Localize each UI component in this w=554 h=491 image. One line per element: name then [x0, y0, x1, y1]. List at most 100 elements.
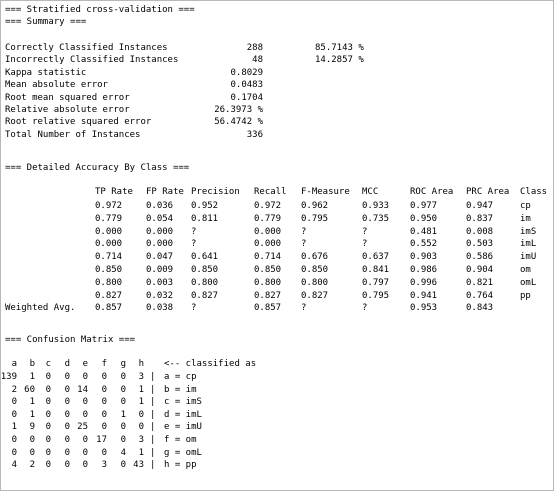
- accuracy-column-header: MCC: [362, 187, 379, 197]
- summary-label: Incorrectly Classified Instances: [5, 55, 179, 66]
- confusion-matrix-header: === Confusion Matrix ===: [5, 335, 136, 345]
- accuracy-column-header: Recall: [254, 187, 287, 197]
- confusion-separator: |: [150, 422, 156, 433]
- accuracy-cell: 0.036: [146, 201, 174, 211]
- confusion-row: 0 1 0 0 0 0 1 0 | d = imL: [5, 410, 545, 421]
- confusion-separator: |: [150, 409, 156, 420]
- accuracy-cell: imL: [520, 239, 537, 250]
- accuracy-cell: ?: [301, 226, 307, 237]
- summary-value: 56.4742 %: [214, 117, 263, 128]
- accuracy-cell: 0.811: [191, 213, 219, 224]
- confusion-column-header: e: [82, 359, 88, 369]
- confusion-row: 4 2 0 0 0 3 0 43 | h = pp: [5, 460, 545, 471]
- accuracy-row: 0.972 0.036 0.952 0.972 0.962 0.933 0.977 0.947…: [5, 201, 545, 212]
- accuracy-cell: im: [520, 213, 531, 224]
- accuracy-cell: 0.857: [254, 303, 282, 314]
- accuracy-cell: 0.054: [146, 213, 174, 224]
- confusion-row-label: g = omL: [164, 447, 202, 458]
- summary-row: Total Number of Instances 336: [5, 130, 545, 141]
- accuracy-cell: ?: [191, 303, 197, 314]
- summary-row: Correctly Classified Instances 288 85.7143…: [5, 43, 545, 54]
- confusion-column-header: c: [45, 359, 51, 369]
- accuracy-cell: 0.641: [191, 252, 219, 263]
- accuracy-cell: 0.986: [410, 265, 438, 275]
- accuracy-cell: 0.552: [410, 239, 438, 250]
- accuracy-cell: 0.972: [95, 201, 123, 211]
- accuracy-column-header: PRC Area: [466, 187, 510, 197]
- accuracy-cell: ?: [191, 226, 197, 237]
- accuracy-cell: omL: [520, 277, 537, 288]
- accuracy-cell: 0.779: [95, 213, 123, 224]
- accuracy-cell: 0.797: [362, 277, 390, 288]
- accuracy-cell: 0.827: [301, 290, 329, 301]
- confusion-cell: 3: [138, 435, 144, 445]
- summary-value: 0.1704: [230, 92, 263, 103]
- accuracy-cell: 0.953: [410, 303, 438, 314]
- detailed-accuracy-header: === Detailed Accuracy By Class ===: [5, 163, 190, 173]
- accuracy-cell: 0.795: [301, 213, 329, 224]
- accuracy-cell: 0.047: [146, 252, 174, 263]
- accuracy-cell: imU: [520, 252, 537, 263]
- accuracy-cell: 0.962: [301, 201, 329, 211]
- summary-label: Relative absolute error: [5, 105, 130, 115]
- accuracy-cell: 0.714: [254, 252, 282, 263]
- summary-label: Root mean squared error: [5, 92, 130, 103]
- accuracy-cell: 0.800: [191, 277, 219, 288]
- confusion-cell: 3: [138, 372, 144, 382]
- confusion-row: 0 0 0 0 0 0 4 1 | g = omL: [5, 448, 545, 459]
- accuracy-cell: 0.903: [410, 252, 438, 263]
- confusion-row: 0 1 0 0 0 0 0 1 | c = imS: [5, 397, 545, 408]
- summary-row: Relative absolute error 26.3973 %: [5, 105, 545, 116]
- accuracy-cell: imS: [520, 226, 537, 237]
- accuracy-cell: 0.008: [466, 226, 494, 237]
- accuracy-cell: 0.586: [466, 252, 494, 263]
- accuracy-cell: 0.904: [466, 265, 494, 275]
- confusion-separator: |: [150, 447, 156, 458]
- cv-header: === Stratified cross-validation ===: [5, 5, 195, 15]
- accuracy-cell: 0.676: [301, 252, 329, 263]
- accuracy-cell: 0.637: [362, 252, 390, 263]
- confusion-row-label: d = imL: [164, 409, 202, 420]
- accuracy-row: Weighted Avg. 0.857 0.038? 0.857?? 0.953 0.84…: [5, 303, 545, 314]
- accuracy-cell: 0.827: [95, 290, 123, 301]
- accuracy-row-label: Weighted Avg.: [5, 303, 76, 314]
- classifier-output-panel[interactable]: === Stratified cross-validation === === …: [0, 0, 554, 491]
- accuracy-cell: ?: [301, 303, 307, 314]
- accuracy-cell: 0.000: [95, 226, 123, 237]
- summary-row: Root mean squared error 0.1704: [5, 93, 545, 104]
- confusion-row-label: a = cp: [164, 372, 197, 382]
- accuracy-row: 0.779 0.054 0.811 0.779 0.795 0.735 0.950 0.837…: [5, 214, 545, 225]
- summary-value: 288: [246, 43, 263, 53]
- confusion-column-header: h: [138, 359, 144, 369]
- confusion-row: 139 1 0 0 0 0 0 3 | a = cp: [1, 372, 545, 383]
- confusion-cell: 0: [138, 409, 144, 420]
- confusion-row: 0 0 0 0 0 17 0 3 | f = om: [5, 435, 545, 446]
- accuracy-row: 0.714 0.047 0.641 0.714 0.676 0.637 0.903 0.586…: [5, 252, 545, 263]
- summary-value: 336: [246, 129, 263, 140]
- accuracy-cell: 0.009: [146, 265, 174, 275]
- summary-label: Correctly Classified Instances: [5, 43, 168, 53]
- accuracy-cell: 0.800: [301, 277, 329, 288]
- confusion-separator: |: [150, 435, 156, 445]
- accuracy-cell: 0.850: [95, 265, 123, 275]
- confusion-cell: 1: [138, 447, 144, 458]
- accuracy-row: 0.800 0.003 0.800 0.800 0.800 0.797 0.996 0.821…: [5, 278, 545, 289]
- summary-label: Mean absolute error: [5, 80, 108, 91]
- accuracy-cell: cp: [520, 201, 531, 211]
- accuracy-column-header: Class: [520, 187, 548, 197]
- summary-percent: 85.7143 %: [315, 43, 364, 53]
- accuracy-cell: 0.933: [362, 201, 390, 211]
- accuracy-cell: om: [520, 265, 531, 275]
- summary-row: Kappa statistic 0.8029: [5, 68, 545, 79]
- accuracy-cell: 0.000: [254, 239, 282, 250]
- accuracy-cell: 0.827: [254, 290, 282, 301]
- accuracy-cell: 0.800: [95, 277, 123, 288]
- confusion-row: 1 9 0 0 25 0 0 0 | e = imU: [5, 422, 545, 433]
- accuracy-cell: 0.735: [362, 213, 390, 224]
- accuracy-cell: ?: [301, 239, 307, 250]
- accuracy-cell: 0.827: [191, 290, 219, 301]
- accuracy-column-header: FP Rate: [146, 187, 184, 197]
- accuracy-cell: ?: [362, 226, 368, 237]
- summary-percent: 14.2857 %: [315, 55, 364, 66]
- accuracy-cell: 0.950: [410, 213, 438, 224]
